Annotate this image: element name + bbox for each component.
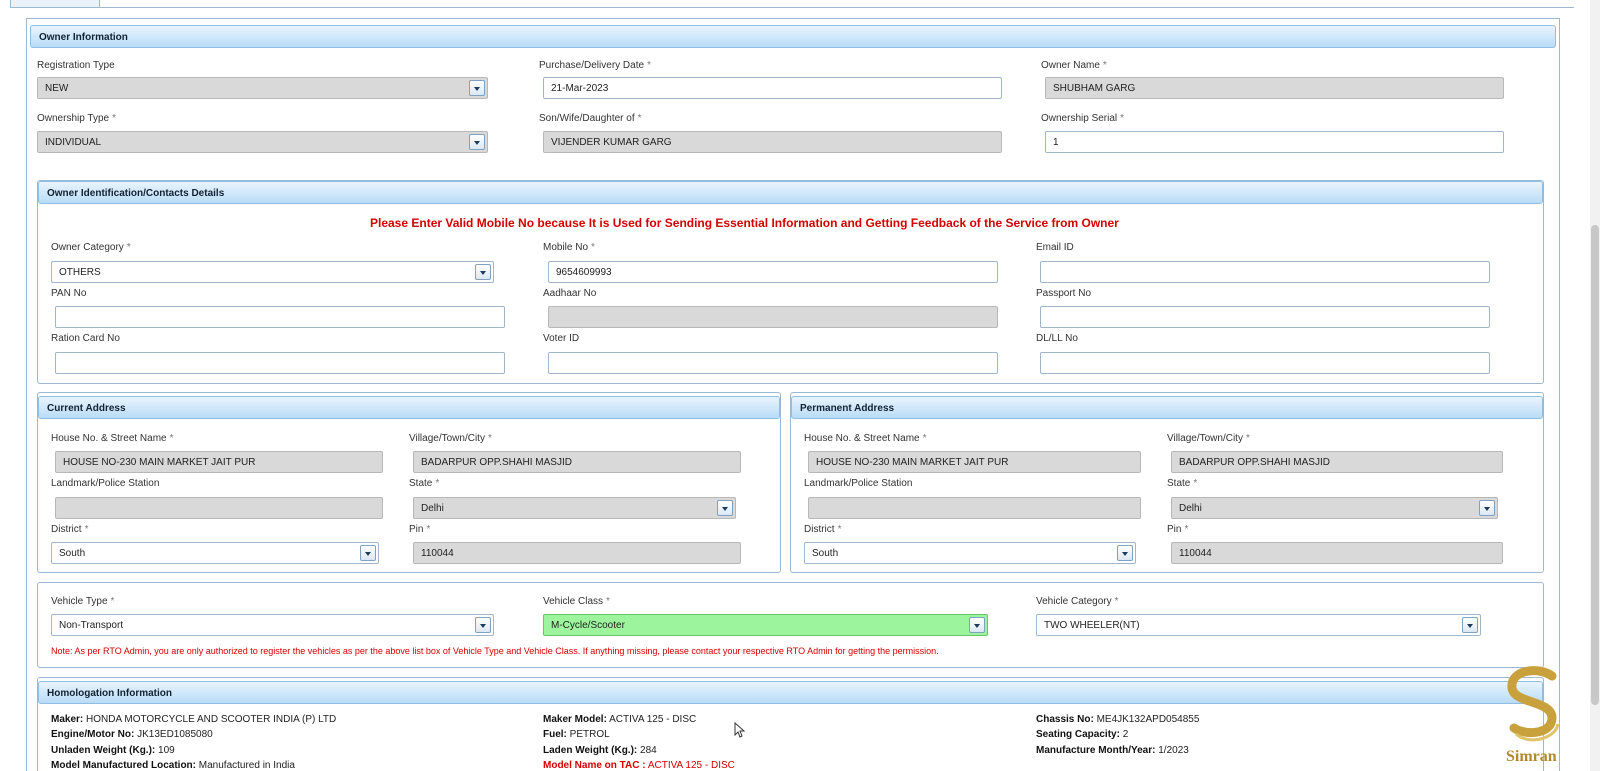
vehicle-category-label: Vehicle Category * xyxy=(1036,596,1119,607)
permanent-house-label: House No. & Street Name * xyxy=(804,433,927,444)
ownership-type-label: Ownership Type * xyxy=(37,113,116,124)
purchase-date-input[interactable]: 21-Mar-2023 xyxy=(543,77,1002,99)
permanent-landmark-field[interactable] xyxy=(808,497,1141,519)
model-name-tac-info: Model Name on TAC : ACTIVA 125 - DISC xyxy=(543,760,735,771)
unladen-weight-info: Unladen Weight (Kg.): 109 xyxy=(51,745,175,756)
dl-ll-no-label: DL/LL No xyxy=(1036,333,1078,344)
permanent-district-select[interactable]: South xyxy=(804,542,1136,564)
chevron-down-icon[interactable] xyxy=(360,545,376,561)
mobile-no-input[interactable]: 9654609993 xyxy=(548,261,998,283)
chevron-down-icon[interactable] xyxy=(717,500,733,516)
mobile-warning: Please Enter Valid Mobile No because It … xyxy=(370,216,1119,230)
owner-name-field[interactable]: SHUBHAM GARG xyxy=(1045,77,1504,99)
ownership-serial-label: Ownership Serial * xyxy=(1041,113,1125,124)
permanent-landmark-label: Landmark/Police Station xyxy=(804,478,913,489)
ownership-type-select[interactable]: INDIVIDUAL xyxy=(37,131,488,153)
current-address-header: Current Address xyxy=(38,396,780,419)
registration-type-select[interactable]: NEW xyxy=(37,77,488,99)
top-tab[interactable] xyxy=(10,0,100,8)
vehicle-note: Note: As per RTO Admin, you are only aut… xyxy=(51,646,939,656)
homologation-header: Homologation Information xyxy=(38,681,1543,704)
chevron-down-icon[interactable] xyxy=(1462,617,1478,633)
current-district-label: District * xyxy=(51,524,89,535)
permanent-state-label: State * xyxy=(1167,478,1198,489)
permanent-pin-label: Pin * xyxy=(1167,524,1189,535)
pan-no-input[interactable] xyxy=(55,306,505,328)
passport-no-label: Passport No xyxy=(1036,288,1092,299)
registration-type-label: Registration Type xyxy=(37,60,115,71)
purchase-date-label: Purchase/Delivery Date * xyxy=(539,60,651,71)
email-id-input[interactable] xyxy=(1040,261,1490,283)
chassis-no-info: Chassis No: ME4JK132APD054855 xyxy=(1036,714,1200,725)
current-village-field[interactable]: BADARPUR OPP.SHAHI MASJID xyxy=(413,451,741,473)
voter-id-label: Voter ID xyxy=(543,333,580,344)
current-landmark-field[interactable] xyxy=(55,497,383,519)
current-house-label: House No. & Street Name * xyxy=(51,433,174,444)
permanent-village-field[interactable]: BADARPUR OPP.SHAHI MASJID xyxy=(1171,451,1503,473)
chevron-down-icon[interactable] xyxy=(1117,545,1133,561)
pan-no-label: PAN No xyxy=(51,288,87,299)
current-state-label: State * xyxy=(409,478,440,489)
owner-info-header: Owner Information xyxy=(30,25,1556,48)
scrollbar[interactable] xyxy=(1590,0,1600,771)
ration-card-label: Ration Card No xyxy=(51,333,120,344)
permanent-pin-field[interactable]: 110044 xyxy=(1171,542,1503,564)
aadhaar-no-label: Aadhaar No xyxy=(543,288,597,299)
dl-ll-no-input[interactable] xyxy=(1040,352,1490,374)
permanent-address-header: Permanent Address xyxy=(791,396,1543,419)
identification-header: Owner Identification/Contacts Details xyxy=(38,181,1543,204)
chevron-down-icon[interactable] xyxy=(969,617,985,633)
maker-model-info: Maker Model: ACTIVA 125 - DISC xyxy=(543,714,697,725)
permanent-house-field[interactable]: HOUSE NO-230 MAIN MARKET JAIT PUR xyxy=(808,451,1141,473)
vehicle-type-select[interactable]: Non-Transport xyxy=(51,614,494,636)
fuel-info: Fuel: PETROL xyxy=(543,729,610,740)
current-village-label: Village/Town/City * xyxy=(409,433,492,444)
son-wife-daughter-field[interactable]: VIJENDER KUMAR GARG xyxy=(543,131,1002,153)
seating-capacity-info: Seating Capacity: 2 xyxy=(1036,729,1129,740)
laden-weight-info: Laden Weight (Kg.): 284 xyxy=(543,745,657,756)
vehicle-category-select[interactable]: TWO WHEELER(NT) xyxy=(1036,614,1481,636)
vehicle-type-label: Vehicle Type * xyxy=(51,596,115,607)
email-id-label: Email ID xyxy=(1036,242,1074,253)
passport-no-input[interactable] xyxy=(1040,306,1490,328)
current-pin-label: Pin * xyxy=(409,524,431,535)
mobile-no-label: Mobile No * xyxy=(543,242,595,253)
voter-id-input[interactable] xyxy=(548,352,998,374)
ownership-serial-input[interactable]: 1 xyxy=(1045,131,1504,153)
permanent-district-label: District * xyxy=(804,524,842,535)
watermark-text: Simran xyxy=(1506,748,1557,765)
section-title: Owner Information xyxy=(39,32,128,43)
chevron-down-icon[interactable] xyxy=(475,617,491,633)
current-landmark-label: Landmark/Police Station xyxy=(51,478,160,489)
vehicle-class-select[interactable]: M-Cycle/Scooter xyxy=(543,614,988,636)
chevron-down-icon[interactable] xyxy=(475,264,491,280)
manufactured-location-info: Model Manufactured Location: Manufacture… xyxy=(51,760,295,771)
aadhaar-no-field[interactable] xyxy=(548,306,998,328)
chevron-down-icon[interactable] xyxy=(469,134,485,150)
top-divider xyxy=(100,7,1574,8)
ration-card-input[interactable] xyxy=(55,352,505,374)
chevron-down-icon[interactable] xyxy=(469,80,485,96)
son-wife-daughter-label: Son/Wife/Daughter of * xyxy=(539,113,642,124)
permanent-village-label: Village/Town/City * xyxy=(1167,433,1250,444)
owner-name-label: Owner Name * xyxy=(1041,60,1107,71)
permanent-state-select[interactable]: Delhi xyxy=(1171,497,1498,519)
owner-category-select[interactable]: OTHERS xyxy=(51,261,494,283)
owner-category-label: Owner Category * xyxy=(51,242,131,253)
manufacture-month-year-info: Manufacture Month/Year: 1/2023 xyxy=(1036,745,1189,756)
current-state-select[interactable]: Delhi xyxy=(413,497,736,519)
current-pin-field[interactable]: 110044 xyxy=(413,542,741,564)
vehicle-class-label: Vehicle Class * xyxy=(543,596,610,607)
scroll-thumb[interactable] xyxy=(1591,225,1599,705)
engine-no-info: Engine/Motor No: JK13ED1085080 xyxy=(51,729,213,740)
chevron-down-icon[interactable] xyxy=(1479,500,1495,516)
current-district-select[interactable]: South xyxy=(51,542,379,564)
current-house-field[interactable]: HOUSE NO-230 MAIN MARKET JAIT PUR xyxy=(55,451,383,473)
mouse-cursor-icon xyxy=(734,722,746,738)
maker-info: Maker: HONDA MOTORCYCLE AND SCOOTER INDI… xyxy=(51,714,337,725)
